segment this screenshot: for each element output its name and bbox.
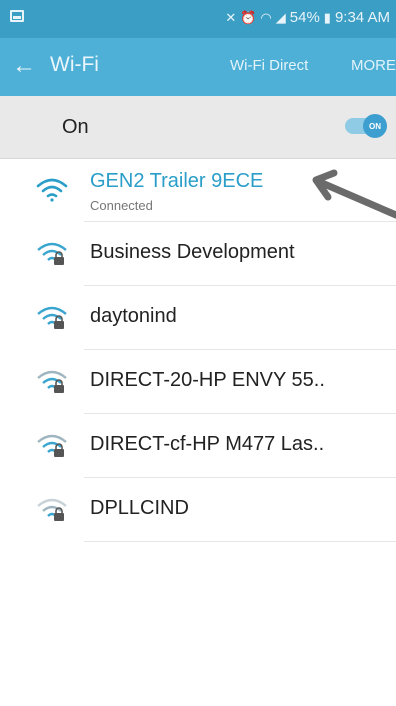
divider xyxy=(84,541,396,542)
network-name: daytonind xyxy=(90,305,177,327)
wifi-status-icon: ◠ xyxy=(260,9,272,25)
network-item[interactable]: DIRECT-cf-HP M477 Las.. xyxy=(0,414,396,478)
network-name: DIRECT-cf-HP M477 Las.. xyxy=(90,433,325,455)
wifi-lock-icon xyxy=(37,242,67,265)
alarm-icon: ⏰ xyxy=(240,9,257,25)
status-bar: ✕ ⏰ ◠ ◢ 54% ▮ 9:34 AM xyxy=(0,0,396,38)
network-item[interactable]: DIRECT-20-HP ENVY 55.. xyxy=(0,350,396,414)
toggle-knob: ON xyxy=(363,114,387,138)
screenshot-icon xyxy=(10,10,24,22)
wifi-toggle[interactable]: ON xyxy=(345,114,387,138)
wifi-master-switch-row[interactable]: On ON xyxy=(0,96,396,159)
wifi-lock-icon xyxy=(37,370,67,393)
page-title: Wi-Fi xyxy=(50,53,99,76)
more-button[interactable]: MORE xyxy=(351,57,396,74)
annotation-arrow-icon xyxy=(312,169,396,219)
signal-icon: ◢ xyxy=(275,9,286,25)
back-arrow-icon[interactable]: ← xyxy=(12,52,36,80)
wifi-signal-icon xyxy=(36,178,68,202)
clock: 9:34 AM xyxy=(334,9,390,26)
network-item[interactable]: Business Development xyxy=(0,222,396,286)
wifi-lock-icon xyxy=(37,306,67,329)
network-name: DPLLCIND xyxy=(90,497,189,519)
switch-label: On xyxy=(62,116,89,138)
network-status: Connected xyxy=(90,198,153,213)
network-name: GEN2 Trailer 9ECE xyxy=(90,170,264,192)
network-name: DIRECT-20-HP ENVY 55.. xyxy=(90,369,325,391)
network-item[interactable]: daytonind xyxy=(0,286,396,350)
network-item[interactable]: DPLLCIND xyxy=(0,478,396,542)
wifi-lock-icon xyxy=(37,498,67,521)
wifi-lock-icon xyxy=(37,434,67,457)
network-name: Business Development xyxy=(90,241,295,263)
wifi-direct-button[interactable]: Wi-Fi Direct xyxy=(230,57,308,74)
battery-icon: ▮ xyxy=(323,9,331,25)
app-bar: ← Wi-Fi Wi-Fi Direct MORE xyxy=(0,38,396,96)
mute-icon: ✕ xyxy=(225,9,237,25)
battery-percent: 54% xyxy=(289,9,320,26)
status-icons: ✕ ⏰ ◠ ◢ 54% ▮ 9:34 AM xyxy=(225,9,390,26)
